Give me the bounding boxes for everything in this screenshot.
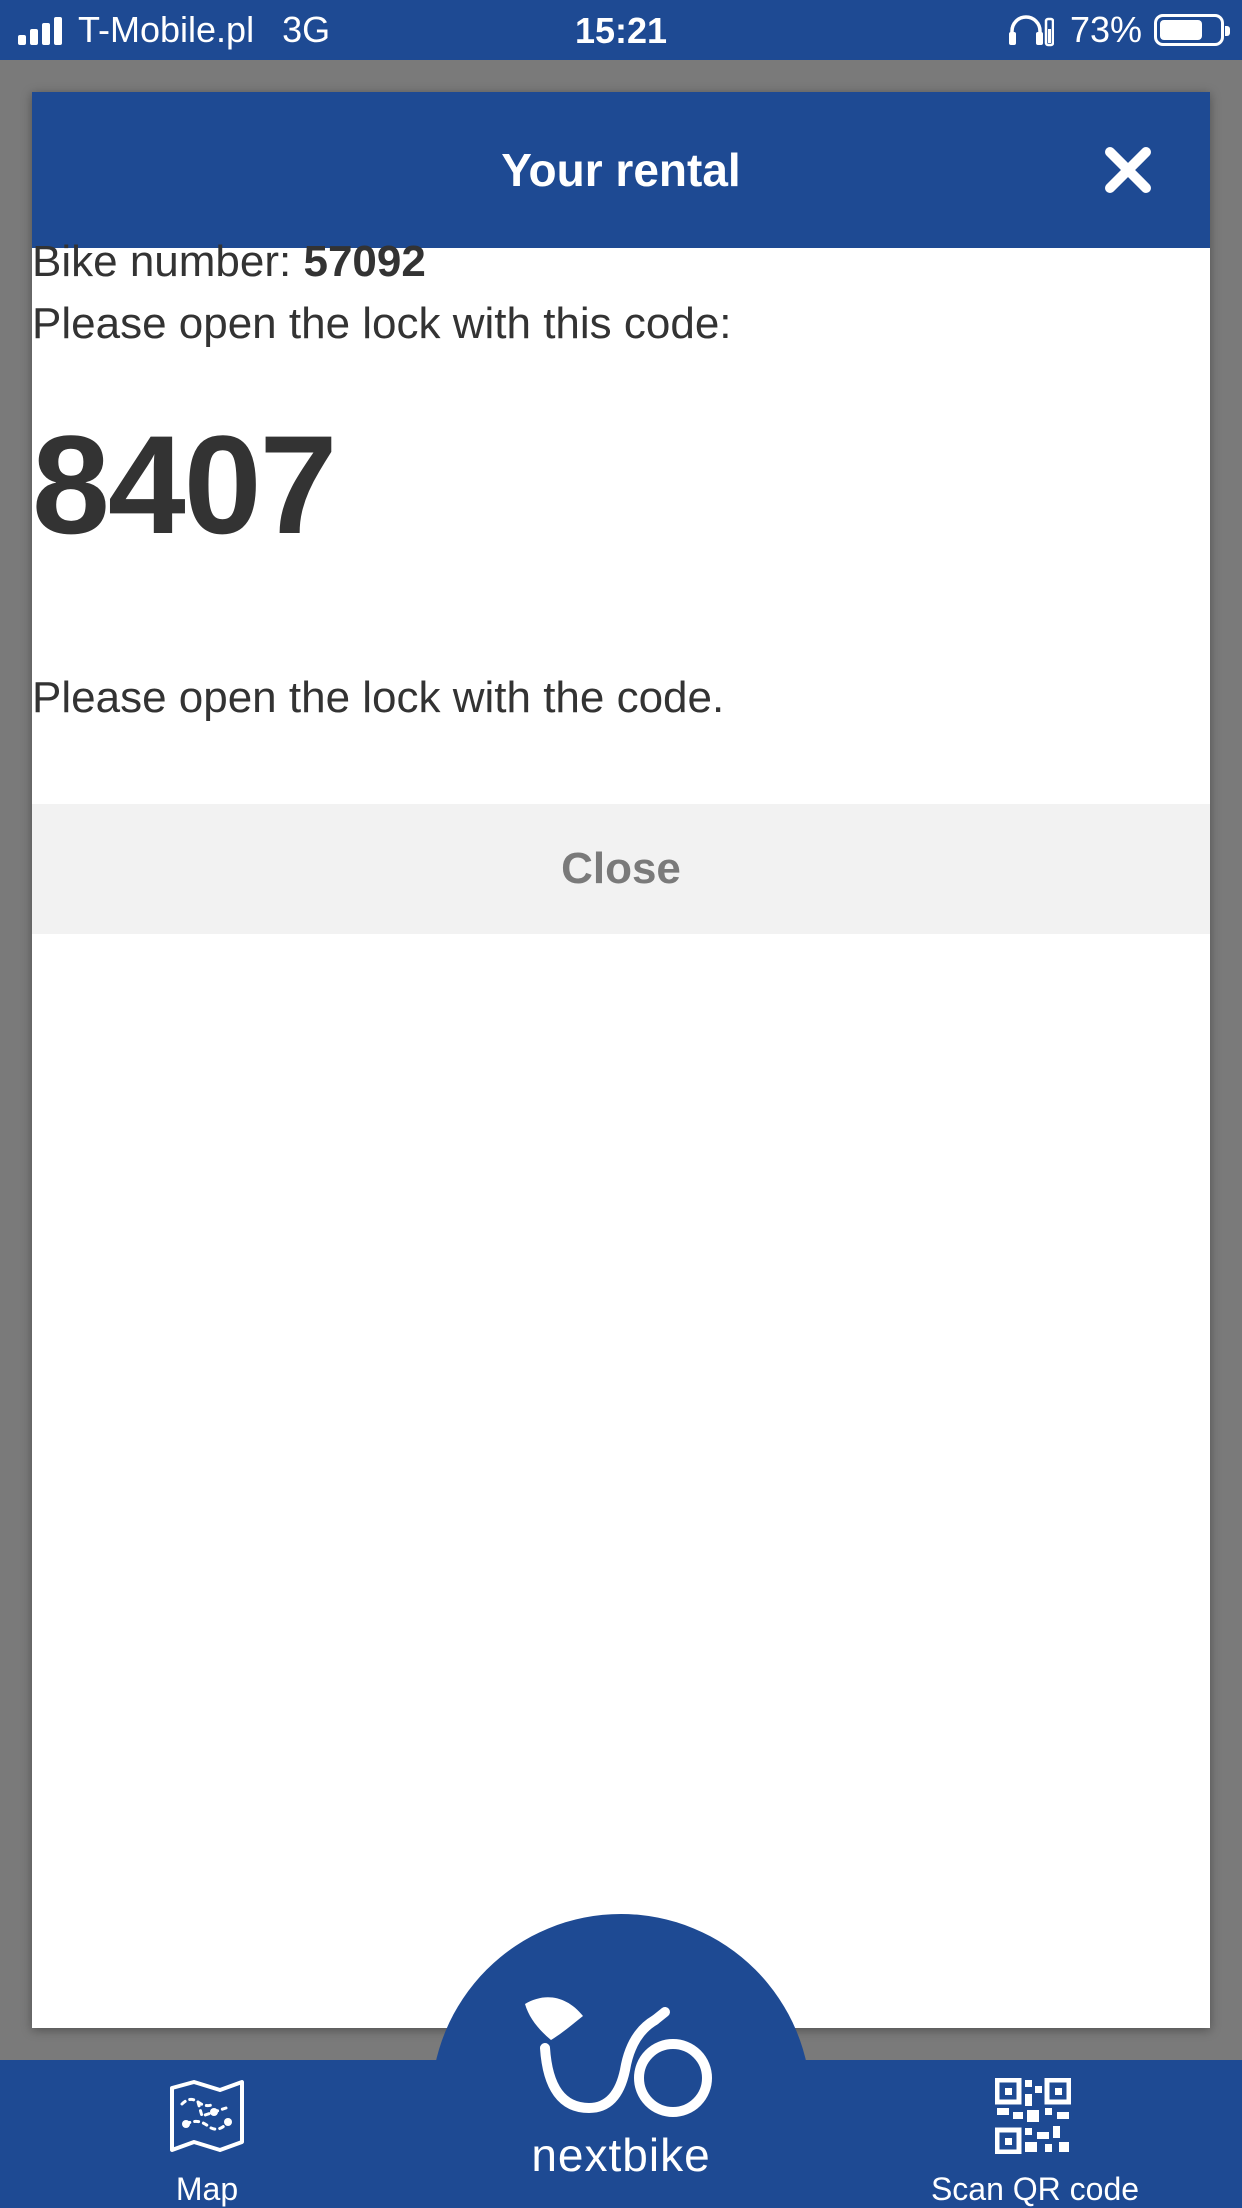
bike-number-value: 57092	[303, 237, 426, 286]
bike-number-label: Bike number:	[32, 237, 292, 286]
battery-icon	[1154, 14, 1230, 46]
nextbike-logo[interactable]: nextbike	[505, 1990, 737, 2190]
lock-code: 8407	[32, 406, 337, 563]
close-x-icon[interactable]	[1102, 144, 1154, 196]
battery-fill	[1160, 20, 1203, 40]
status-right: 73%	[1006, 9, 1230, 50]
logo-wordmark: nextbike	[531, 2129, 711, 2181]
bike-logo-icon	[525, 1997, 712, 2117]
status-bar: T-Mobile.pl 3G 15:21 73%	[0, 0, 1242, 60]
rental-modal: Your rental Bike number: 57092 Please op…	[32, 92, 1210, 2028]
qr-code-icon	[995, 2078, 1071, 2154]
modal-title: Your rental	[501, 144, 741, 196]
nav-map[interactable]: Map	[150, 2060, 264, 2208]
headphones-icon	[1008, 15, 1054, 47]
bike-number-line: Bike number: 57092	[32, 234, 1210, 290]
nav-map-label: Map	[175, 2171, 239, 2207]
nav-scan-qr[interactable]: Scan QR code	[910, 2060, 1160, 2208]
battery-nub	[1225, 26, 1230, 36]
folded-map-icon	[170, 2080, 244, 2152]
nav-scan-label: Scan QR code	[930, 2171, 1140, 2207]
lock-code-hint: Please open the lock with the code.	[32, 673, 725, 722]
close-button[interactable]: Close	[32, 804, 1210, 934]
battery-percent: 73%	[1069, 9, 1142, 50]
modal-header: Your rental	[32, 92, 1210, 248]
lock-code-instruction: Please open the lock with this code:	[32, 299, 732, 348]
